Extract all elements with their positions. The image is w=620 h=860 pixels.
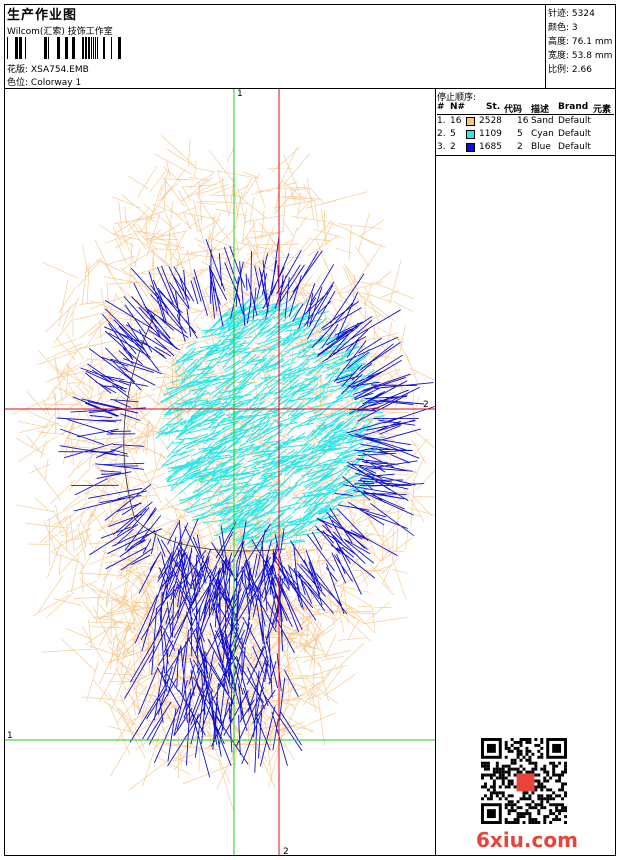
- page-title: 生产作业图: [7, 8, 78, 23]
- row-n: 2: [450, 142, 456, 152]
- row-code: 16: [517, 116, 529, 126]
- red-axis-bottom-label: 2: [283, 847, 289, 857]
- stat-height: 高度: 76.1 mm: [548, 37, 613, 47]
- stat-stitches: 针迹: 5324: [548, 9, 595, 19]
- table-header-rule: [437, 114, 614, 115]
- green-axis-left-label: 1: [7, 731, 13, 741]
- stat-scale: 比例: 2.66: [548, 65, 592, 75]
- software-label: Wilcom(汇索) 技饰工作室: [7, 27, 113, 37]
- barcode: [7, 37, 121, 59]
- row-brand: Default: [558, 116, 591, 126]
- col-brand: Brand: [558, 102, 589, 112]
- color-swatch: [466, 143, 475, 152]
- row-desc: Sand: [531, 116, 554, 126]
- row-idx: 1.: [437, 116, 446, 126]
- row-brand: Default: [558, 142, 591, 152]
- panel-divider: [435, 155, 616, 156]
- row-st: 1109: [479, 129, 502, 139]
- stat-width: 宽度: 53.8 mm: [548, 51, 613, 61]
- header-stats-divider: [545, 4, 546, 89]
- row-desc: Cyan: [531, 129, 554, 139]
- col-idx: #: [437, 102, 445, 112]
- col-st: St.: [486, 102, 501, 112]
- green-axis-top-label: 1: [237, 89, 243, 99]
- row-n: 16: [450, 116, 462, 126]
- embroidery-canvas: [5, 89, 435, 855]
- design-value: XSA754.EMB: [30, 65, 89, 75]
- col-n: N#: [450, 102, 466, 112]
- color-swatch: [466, 130, 475, 139]
- stop-row: 2. 5 1109 5 Cyan Default: [437, 129, 615, 141]
- stop-row: 3. 2 1685 2 Blue Default: [437, 142, 615, 154]
- colorway-value: Colorway 1: [30, 78, 82, 88]
- row-brand: Default: [558, 129, 591, 139]
- row-code: 2: [517, 142, 523, 152]
- design-info: 花版: XSA754.EMB: [7, 62, 89, 75]
- row-code: 5: [517, 129, 523, 139]
- colorway-label: 色位:: [7, 78, 29, 88]
- design-label: 花版:: [7, 65, 29, 75]
- row-st: 1685: [479, 142, 502, 152]
- canvas-panel-divider: [435, 88, 436, 856]
- stat-colors: 颜色: 3: [548, 23, 578, 33]
- qr-code: [481, 738, 567, 824]
- row-idx: 3.: [437, 142, 446, 152]
- row-idx: 2.: [437, 129, 446, 139]
- row-desc: Blue: [531, 142, 551, 152]
- color-swatch: [466, 117, 475, 126]
- watermark-logo: 6xiu.com: [476, 828, 578, 852]
- row-st: 2528: [479, 116, 502, 126]
- red-axis-right-label: 2: [423, 400, 429, 410]
- row-n: 5: [450, 129, 456, 139]
- stop-row: 1. 16 2528 16 Sand Default: [437, 116, 615, 128]
- colorway-info: 色位: Colorway 1: [7, 75, 81, 88]
